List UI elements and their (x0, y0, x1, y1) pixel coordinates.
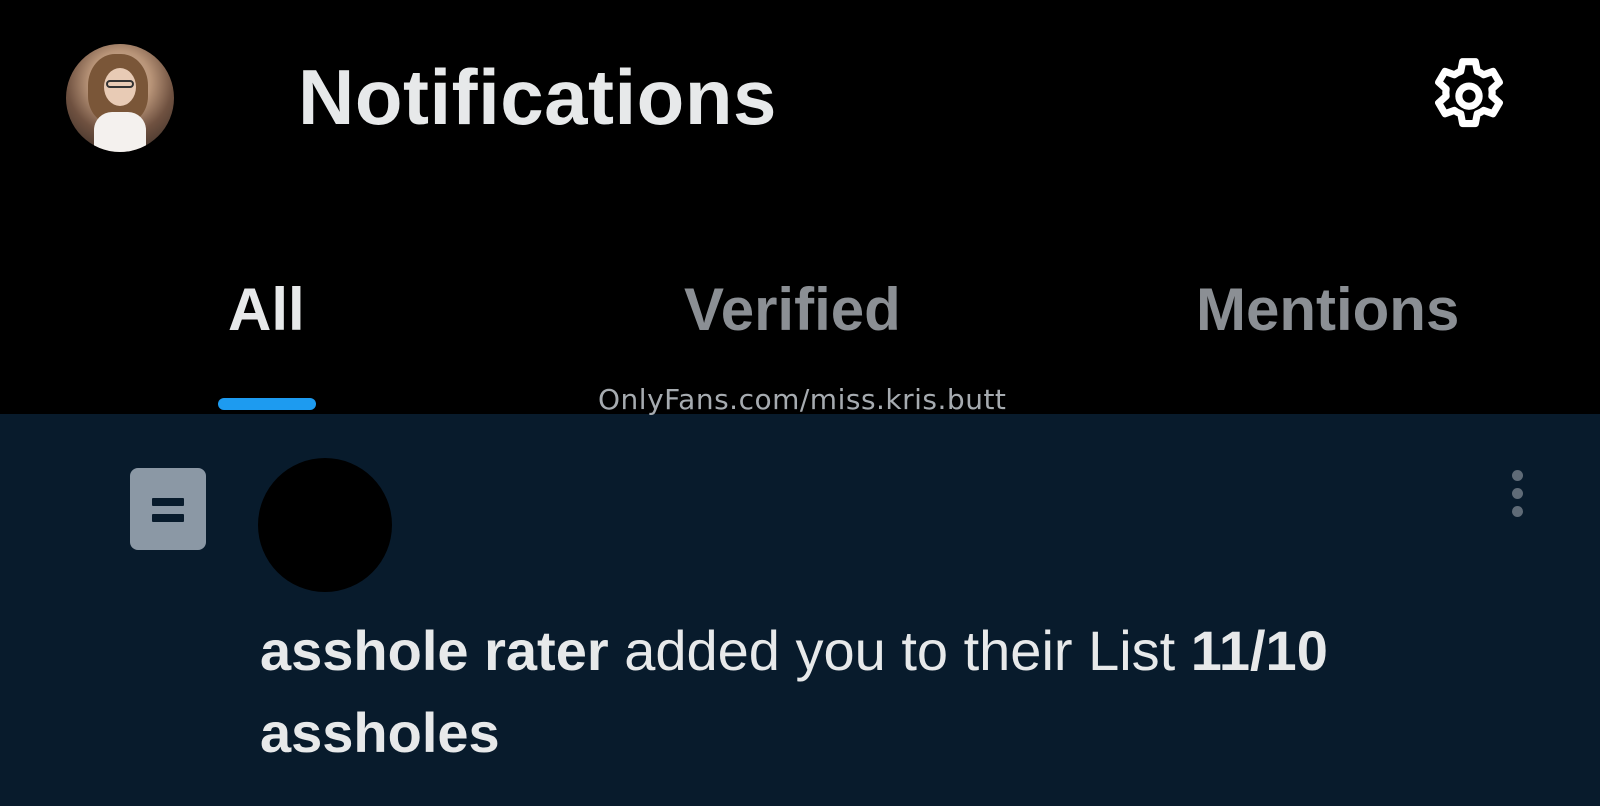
list-icon-line (152, 498, 184, 506)
tab-mentions[interactable]: Mentions (1196, 280, 1459, 340)
active-tab-indicator (218, 398, 316, 410)
notification-item[interactable]: asshole rater added you to their List 11… (0, 414, 1600, 806)
more-vertical-icon-dot (1512, 506, 1523, 517)
notification-text: asshole rater added you to their List 11… (260, 610, 1520, 774)
tab-all[interactable]: All (228, 280, 305, 340)
list-icon-line (152, 514, 184, 522)
more-vertical-icon-dot (1512, 488, 1523, 499)
notifications-screen: Notifications All Verified Mentions assh… (0, 0, 1600, 806)
profile-avatar[interactable] (66, 44, 174, 152)
actor-name[interactable]: asshole rater (260, 619, 609, 682)
page-title: Notifications (298, 53, 777, 141)
tab-verified[interactable]: Verified (684, 280, 901, 340)
settings-button[interactable] (1424, 50, 1514, 140)
watermark: OnlyFans.com/miss.kris.butt (598, 383, 1007, 416)
gear-icon (1435, 58, 1503, 128)
header: Notifications (0, 0, 1600, 210)
more-vertical-icon-dot (1512, 470, 1523, 481)
avatar-glasses (106, 80, 134, 88)
list-icon (130, 468, 206, 550)
notification-action: added you to their List (624, 619, 1176, 682)
avatar-clothing (94, 112, 146, 152)
more-options-button[interactable] (1500, 464, 1536, 524)
actor-avatar[interactable] (258, 458, 392, 592)
